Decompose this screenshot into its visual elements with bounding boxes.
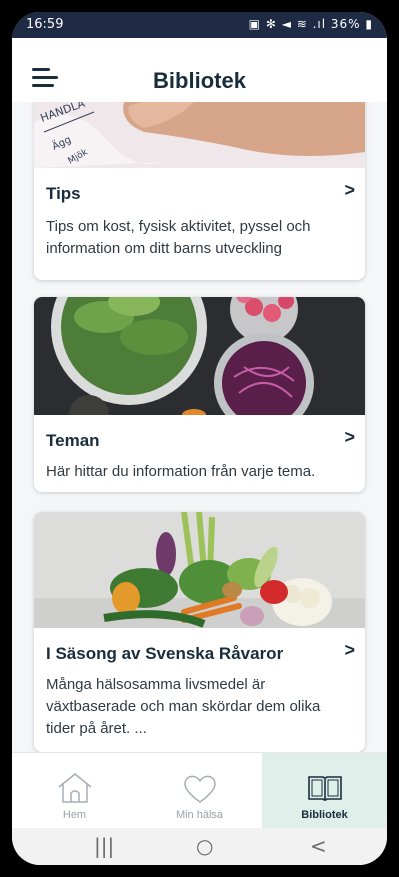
phone-frame: 16:59 ▣ ✻ ◄ ≋ .ıl 36% ▮ Bibliotek HANDLA… bbox=[0, 0, 399, 877]
page-title: Bibliotek bbox=[153, 68, 246, 93]
card-tips[interactable]: HANDLA Ägg Mjök Tips > Tips om kost, fys… bbox=[34, 102, 365, 280]
status-icons: ▣ ✻ ◄ ≋ .ıl 36% ▮ bbox=[248, 17, 373, 31]
book-icon bbox=[307, 776, 342, 801]
card-title: Teman bbox=[46, 431, 100, 450]
recent-apps-button[interactable]: ||| bbox=[94, 834, 114, 858]
card-description: Här hittar du information från varje tem… bbox=[46, 463, 316, 480]
nav-label: Hem bbox=[62, 809, 87, 821]
screen: 16:59 ▣ ✻ ◄ ≋ .ıl 36% ▮ Bibliotek HANDLA… bbox=[12, 12, 387, 865]
library-list[interactable]: HANDLA Ägg Mjök Tips > Tips om kost, fys… bbox=[12, 102, 387, 752]
heart-icon bbox=[183, 775, 216, 803]
system-navigation-bar: ||| ○ < bbox=[12, 828, 387, 865]
chevron-right-icon[interactable]: > bbox=[344, 640, 355, 661]
status-time: 16:59 bbox=[26, 17, 64, 32]
nav-label: Bibliotek bbox=[301, 809, 348, 821]
nav-item-bibliotek[interactable]: Bibliotek bbox=[262, 753, 387, 829]
nav-item-hem[interactable]: Hem bbox=[12, 753, 137, 829]
card-sasong[interactable]: I Säsong av Svenska Råvaror > Många häls… bbox=[34, 512, 365, 752]
card-teman[interactable]: Teman > Här hittar du information från v… bbox=[34, 297, 365, 492]
chevron-right-icon[interactable]: > bbox=[344, 427, 355, 448]
card-description: Tips om kost, fysisk aktivitet, pyssel o… bbox=[46, 218, 311, 257]
card-title: Tips bbox=[46, 184, 81, 203]
home-button[interactable]: ○ bbox=[196, 834, 213, 858]
nav-item-min-halsa[interactable]: Min hälsa bbox=[137, 753, 262, 829]
card-description: Många hälsosamma livsmedel är växtbasera… bbox=[46, 676, 321, 737]
bottom-navigation: Hem Min hälsa Bibliotek bbox=[12, 752, 387, 829]
app-bar: Bibliotek bbox=[12, 38, 387, 102]
card-title: I Säsong av Svenska Råvaror bbox=[46, 644, 284, 663]
sasong-image bbox=[34, 512, 365, 628]
nav-label: Min hälsa bbox=[175, 809, 224, 821]
back-button[interactable]: < bbox=[310, 834, 327, 858]
home-icon bbox=[58, 773, 91, 803]
status-bar: 16:59 ▣ ✻ ◄ ≋ .ıl 36% ▮ bbox=[12, 12, 387, 38]
teman-image bbox=[34, 297, 365, 415]
tips-image: HANDLA Ägg Mjök bbox=[34, 102, 365, 168]
chevron-right-icon[interactable]: > bbox=[344, 180, 355, 201]
